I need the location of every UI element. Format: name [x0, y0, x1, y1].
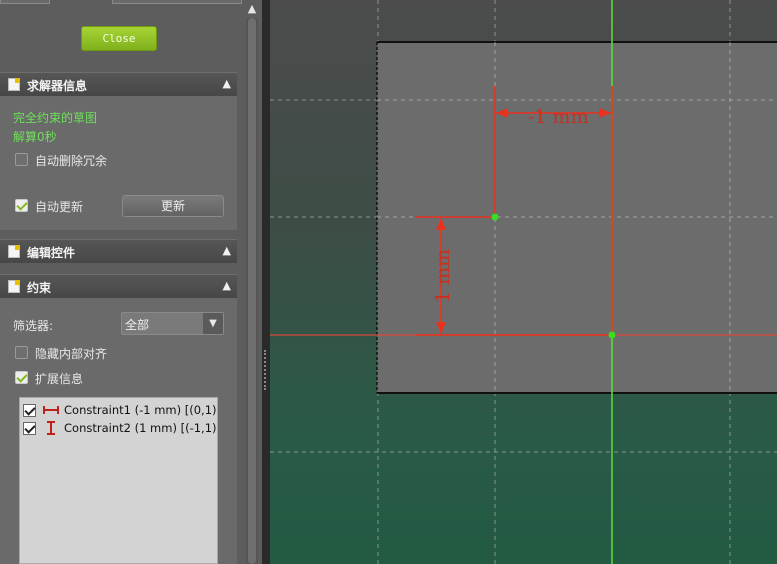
constraint-text: Constraint1 (-1 mm) [(0,1)] — [64, 403, 218, 417]
checkbox-box[interactable] — [15, 371, 28, 384]
list-item[interactable]: Constraint2 (1 mm) [(-1,1), — [23, 419, 218, 437]
horizontal-dimension-label[interactable]: -1 mm — [528, 106, 589, 128]
filter-value: 全部 — [125, 318, 150, 332]
task-panel: ▲ Close 求解器信息 ▲ 完全约束的草图 解算0秒 自动删除冗余 自动更新… — [0, 0, 262, 564]
close-button[interactable]: Close — [81, 26, 157, 51]
section-note-icon — [8, 280, 20, 293]
filter-label: 筛选器: — [13, 319, 54, 333]
checkbox-label: 隐藏内部对齐 — [35, 347, 108, 361]
collapse-chevron-icon[interactable]: ▲ — [223, 244, 231, 257]
panel-tab-right[interactable] — [112, 0, 242, 4]
edit-controls-header[interactable]: 编辑控件 ▲ — [0, 239, 237, 263]
chevron-down-icon[interactable]: ▼ — [203, 313, 223, 334]
sketch-canvas[interactable]: -1 mm 1 mm — [270, 0, 777, 564]
panel-tab-left[interactable] — [0, 0, 50, 4]
constraint-text: Constraint2 (1 mm) [(-1,1), — [64, 421, 218, 435]
constraint-checkbox[interactable] — [23, 422, 36, 435]
section-title: 求解器信息 — [27, 79, 88, 93]
scrollbar-thumb[interactable] — [248, 18, 256, 564]
panel-scrollbar[interactable] — [246, 18, 258, 564]
solver-info-header[interactable]: 求解器信息 ▲ — [0, 72, 237, 96]
constraint-list[interactable]: Constraint1 (-1 mm) [(0,1)] Constraint2 … — [19, 397, 218, 564]
list-item[interactable]: Constraint1 (-1 mm) [(0,1)] — [23, 401, 218, 419]
section-note-icon — [8, 245, 20, 258]
checkbox-label: 扩展信息 — [35, 372, 84, 386]
checkbox-label: 自动删除冗余 — [35, 154, 108, 168]
collapse-chevron-icon[interactable]: ▲ — [223, 279, 231, 292]
solver-status-text: 完全约束的草图 — [13, 111, 98, 125]
panel-splitter[interactable] — [264, 350, 266, 390]
section-title: 约束 — [27, 281, 52, 295]
origin-point[interactable] — [608, 331, 616, 339]
sketch-point[interactable] — [491, 213, 499, 221]
section-title: 编辑控件 — [27, 246, 76, 260]
update-button[interactable]: 更新 — [122, 195, 224, 217]
section-note-icon — [8, 78, 20, 91]
vertical-distance-icon — [43, 421, 59, 435]
filter-dropdown[interactable]: 全部 ▼ — [121, 312, 224, 335]
constraints-header[interactable]: 约束 ▲ — [0, 274, 237, 298]
constraint-checkbox[interactable] — [23, 404, 36, 417]
horizontal-distance-icon — [43, 403, 59, 417]
checkbox-label: 自动更新 — [35, 200, 84, 214]
collapse-chevron-icon[interactable]: ▲ — [223, 77, 231, 90]
checkbox-box[interactable] — [15, 199, 28, 212]
checkbox-box[interactable] — [15, 346, 28, 359]
panel-tabs — [0, 0, 262, 4]
scroll-up-icon[interactable]: ▲ — [244, 2, 260, 16]
solver-time-text: 解算0秒 — [13, 130, 57, 144]
checkbox-box[interactable] — [15, 153, 28, 166]
sketch-3d-view[interactable]: -1 mm 1 mm — [270, 0, 777, 564]
vertical-dimension-label[interactable]: 1 mm — [432, 249, 454, 303]
